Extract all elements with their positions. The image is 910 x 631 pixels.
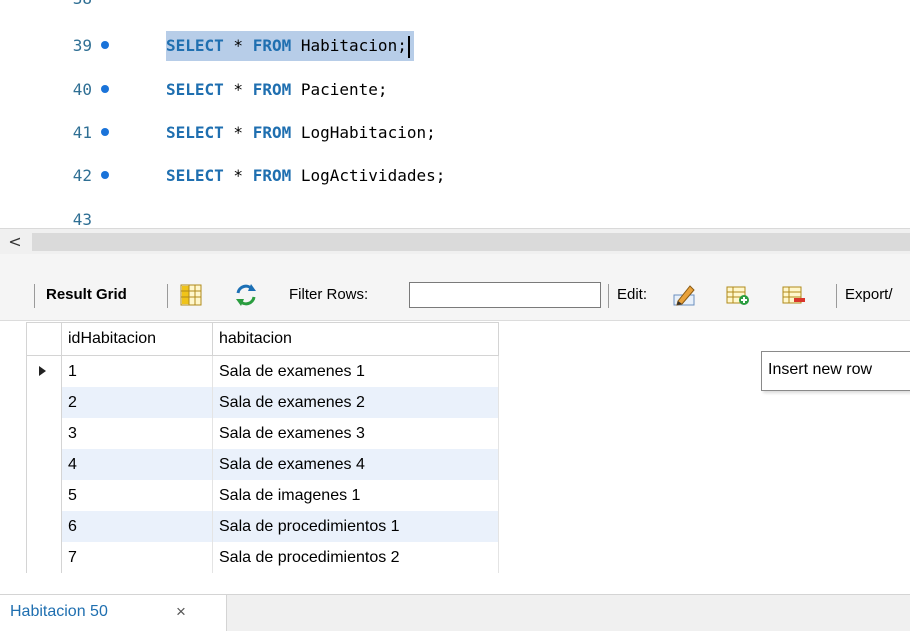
statement-marker-icon xyxy=(101,41,109,49)
cell-habitacion[interactable]: Sala de imagenes 1 xyxy=(212,480,499,511)
cell-id[interactable]: 1 xyxy=(61,355,213,387)
cell-id[interactable]: 3 xyxy=(61,418,213,449)
delete-row-icon[interactable] xyxy=(782,283,806,307)
cell-id[interactable]: 4 xyxy=(61,449,213,480)
code-line[interactable]: SELECT * FROM LogActividades; xyxy=(166,161,445,191)
result-toolbar: Result Grid Filter Rows: Edit: Export/ xyxy=(0,254,910,321)
row-selector[interactable] xyxy=(26,449,62,480)
table-row[interactable]: 5 Sala de imagenes 1 xyxy=(26,480,499,511)
line-number: 41 xyxy=(72,123,92,142)
row-selector[interactable] xyxy=(26,542,62,573)
table-row[interactable]: 4 Sala de examenes 4 xyxy=(26,449,499,480)
cell-habitacion[interactable]: Sala de examenes 1 xyxy=(212,355,499,387)
edit-label: Edit: xyxy=(617,286,648,303)
result-grid: idHabitacion habitacion 1 Sala de examen… xyxy=(26,322,499,573)
toolbar-separator xyxy=(167,284,168,308)
insert-row-tooltip: Insert new row xyxy=(761,351,910,391)
close-tab-icon[interactable]: × xyxy=(176,595,186,629)
editor-horizontal-scrollbar[interactable]: < xyxy=(0,228,910,255)
code-line[interactable]: SELECT * FROM LogHabitacion; xyxy=(166,118,436,148)
cell-id[interactable]: 5 xyxy=(61,480,213,511)
scrollbar-thumb[interactable] xyxy=(32,233,910,251)
line-number-partial-bottom: 43 xyxy=(72,210,92,228)
result-tab-habitacion[interactable]: Habitacion 50 × xyxy=(0,595,227,631)
table-row[interactable]: 6 Sala de procedimientos 1 xyxy=(26,511,499,542)
line-number: 39 xyxy=(72,36,92,55)
table-row[interactable]: 3 Sala de examenes 3 xyxy=(26,418,499,449)
text-caret xyxy=(407,35,410,58)
row-selector[interactable] xyxy=(26,480,62,511)
editor-gutter-line: 39 xyxy=(0,31,150,61)
cell-id[interactable]: 2 xyxy=(61,387,213,418)
refresh-icon[interactable] xyxy=(234,283,258,307)
grid-header-row: idHabitacion habitacion xyxy=(26,322,499,356)
row-selector[interactable] xyxy=(26,418,62,449)
cell-habitacion[interactable]: Sala de procedimientos 1 xyxy=(212,511,499,542)
result-tab-label: Habitacion 50 xyxy=(10,603,108,620)
toolbar-separator xyxy=(836,284,837,308)
row-selector[interactable] xyxy=(26,387,62,418)
table-row[interactable]: 1 Sala de examenes 1 xyxy=(26,355,499,387)
statement-marker-icon xyxy=(101,85,109,93)
cell-habitacion[interactable]: Sala de procedimientos 2 xyxy=(212,542,499,573)
code-line-selected[interactable]: SELECT * FROM Habitacion; xyxy=(166,31,414,61)
grid-corner[interactable] xyxy=(26,322,62,356)
table-row[interactable]: 7 Sala de procedimientos 2 xyxy=(26,542,499,573)
result-grid-button[interactable]: Result Grid xyxy=(46,282,127,308)
column-header-habitacion[interactable]: habitacion xyxy=(212,322,499,356)
row-selector[interactable] xyxy=(26,511,62,542)
cell-habitacion[interactable]: Sala de examenes 3 xyxy=(212,418,499,449)
toolbar-separator xyxy=(34,284,35,308)
editor-gutter-line: 42 xyxy=(0,161,150,191)
statement-marker-icon xyxy=(101,171,109,179)
editor-gutter-line: 41 xyxy=(0,118,150,148)
line-number: 40 xyxy=(72,80,92,99)
grid-layout-icon[interactable] xyxy=(179,283,203,307)
line-number-partial-top: 38 xyxy=(0,0,150,14)
cell-id[interactable]: 7 xyxy=(61,542,213,573)
line-number: 42 xyxy=(72,166,92,185)
cell-habitacion[interactable]: Sala de examenes 4 xyxy=(212,449,499,480)
table-row[interactable]: 2 Sala de examenes 2 xyxy=(26,387,499,418)
code-line[interactable]: SELECT * FROM Paciente; xyxy=(166,75,388,105)
sql-editor[interactable]: 38 39 SELECT * FROM Habitacion; 40 SELEC… xyxy=(0,0,910,228)
filter-rows-input[interactable] xyxy=(409,282,601,308)
current-row-pointer-icon xyxy=(39,365,46,376)
column-header-idhabitacion[interactable]: idHabitacion xyxy=(61,322,213,356)
filter-rows-label: Filter Rows: xyxy=(289,286,369,303)
row-selector[interactable] xyxy=(26,355,62,387)
cell-id[interactable]: 6 xyxy=(61,511,213,542)
statement-marker-icon xyxy=(101,128,109,136)
editor-gutter-line: 40 xyxy=(0,75,150,105)
export-button[interactable]: Export/ xyxy=(845,282,893,308)
scroll-left-arrow-icon[interactable]: < xyxy=(6,229,24,255)
toolbar-separator xyxy=(608,284,609,308)
insert-row-icon[interactable] xyxy=(726,283,750,307)
cell-habitacion[interactable]: Sala de examenes 2 xyxy=(212,387,499,418)
result-tab-bar: Habitacion 50 × xyxy=(0,594,910,631)
edit-cell-icon[interactable] xyxy=(672,283,696,307)
